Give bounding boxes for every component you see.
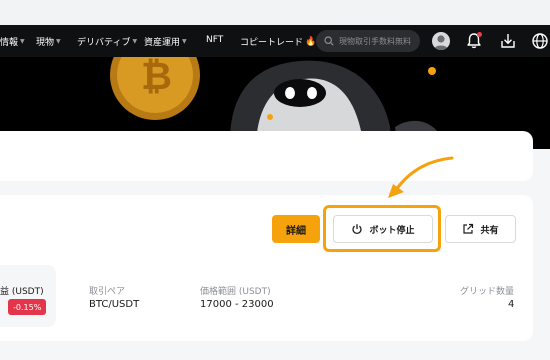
top-navbar: 情報 ▼ 現物 ▼ デリバティブ ▼ 資産運用 ▼ NFT コピートレード 🔥 現物取引手… <box>0 25 550 57</box>
avatar[interactable] <box>432 32 450 50</box>
svg-text:₿: ₿ <box>141 57 172 98</box>
nav-item-label: コピートレード <box>240 38 304 48</box>
annotation-arrow <box>388 156 454 198</box>
fire-icon: 🔥 <box>305 36 317 47</box>
detail-button[interactable]: 詳細 <box>272 215 320 243</box>
nav-item-info[interactable]: 情報 ▼ <box>0 35 25 48</box>
grid-count-label: グリッド数量 <box>460 287 515 297</box>
grid-count-value: 4 <box>508 299 515 310</box>
stop-bot-label: ボット停止 <box>369 225 415 236</box>
share-button[interactable]: 共有 <box>445 215 516 243</box>
pair-label: 取引ペア <box>89 287 126 297</box>
search-box[interactable]: 現物取引手数料無料 <box>316 30 420 52</box>
download-icon[interactable] <box>498 31 518 51</box>
caret-down-icon: ▼ <box>20 38 25 45</box>
pnl-label: 益 (USDT) <box>0 287 44 297</box>
pair-value: BTC/USDT <box>89 299 140 310</box>
search-placeholder: 現物取引手数料無料 <box>339 36 411 46</box>
stop-bot-button[interactable]: ボット停止 <box>333 215 433 243</box>
range-label: 価格範囲 (USDT) <box>200 287 271 297</box>
nav-item-asset-management[interactable]: 資産運用 ▼ <box>144 35 187 48</box>
caret-down-icon: ▼ <box>132 38 138 45</box>
nav-item-label: 資産運用 <box>144 38 181 48</box>
nav-item-nft[interactable]: NFT <box>206 35 223 45</box>
nav-item-label: 情報 <box>0 38 19 48</box>
nav-item-label: デリバティブ <box>77 38 131 48</box>
user-icon <box>434 35 448 50</box>
search-icon <box>324 36 334 46</box>
external-link-icon <box>463 223 474 234</box>
globe-icon[interactable] <box>530 31 550 51</box>
nav-item-spot[interactable]: 現物 ▼ <box>36 35 61 48</box>
caret-down-icon: ▼ <box>182 38 187 45</box>
power-icon <box>352 224 363 235</box>
top-margin <box>0 0 550 25</box>
pnl-change-badge: -0.15% <box>8 299 47 315</box>
nav-item-derivatives[interactable]: デリバティブ ▼ <box>77 35 137 48</box>
range-value: 17000 - 23000 <box>200 299 274 310</box>
share-label: 共有 <box>480 225 499 236</box>
caret-down-icon: ▼ <box>56 38 61 45</box>
nav-item-label: 現物 <box>36 38 55 48</box>
nav-item-copy-trade[interactable]: コピートレード 🔥 <box>240 35 317 49</box>
nav-item-label: NFT <box>206 35 224 45</box>
notification-dot <box>477 32 482 37</box>
